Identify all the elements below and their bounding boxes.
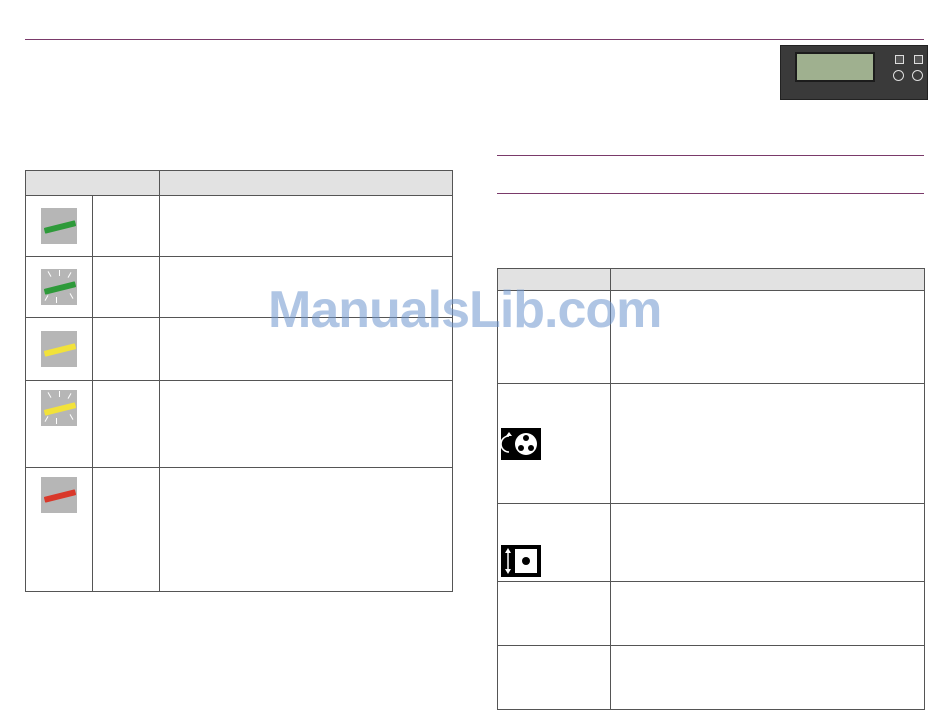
panel-button-1 bbox=[895, 55, 904, 64]
red-led-steady-icon bbox=[41, 477, 77, 513]
yellow-led-blinking-icon bbox=[41, 390, 77, 426]
table-cell bbox=[610, 503, 925, 582]
table-cell bbox=[159, 467, 453, 592]
reel-rotate-icon bbox=[500, 427, 541, 460]
led-icon-cell bbox=[25, 380, 93, 468]
table-header-cell bbox=[25, 170, 160, 196]
table-cell bbox=[92, 317, 160, 381]
table-cell bbox=[92, 195, 160, 257]
green-led-steady-icon bbox=[41, 208, 77, 244]
table-row bbox=[25, 467, 453, 592]
table-cell bbox=[497, 581, 611, 646]
panel-button-2 bbox=[914, 55, 923, 64]
table-cell bbox=[159, 380, 453, 468]
table-row bbox=[497, 503, 925, 582]
table-cell bbox=[610, 645, 925, 710]
table-row bbox=[25, 195, 453, 257]
control-panel-lcd-icon bbox=[780, 45, 928, 100]
table-cell bbox=[497, 645, 611, 710]
watermark-text: ManualsLib.com bbox=[268, 281, 662, 339]
led-icon-cell bbox=[25, 256, 93, 318]
yellow-led-steady-icon bbox=[41, 331, 77, 367]
table-cell bbox=[610, 383, 925, 504]
icon-cell bbox=[497, 503, 611, 582]
table-cell bbox=[610, 581, 925, 646]
panel-reel-icon bbox=[893, 70, 904, 81]
led-icon-cell bbox=[25, 467, 93, 592]
led-icon-cell bbox=[25, 317, 93, 381]
table-cell bbox=[92, 467, 160, 592]
table-row bbox=[497, 645, 925, 710]
led-status-table bbox=[25, 170, 453, 592]
top-rule bbox=[25, 39, 924, 40]
section-rule-2 bbox=[497, 193, 924, 194]
table-cell bbox=[92, 380, 160, 468]
table-header-cell bbox=[159, 170, 453, 196]
led-icon-cell bbox=[25, 195, 93, 257]
disc-vertical-move-icon bbox=[501, 545, 541, 577]
panel-disc-icon bbox=[912, 70, 923, 81]
section-rule-1 bbox=[497, 155, 924, 156]
icon-cell bbox=[497, 383, 611, 504]
table-row bbox=[497, 581, 925, 646]
table-header-row bbox=[25, 170, 453, 196]
table-cell bbox=[159, 195, 453, 257]
lcd-display bbox=[795, 52, 875, 82]
table-row bbox=[25, 380, 453, 468]
table-row bbox=[497, 383, 925, 504]
green-led-blinking-icon bbox=[41, 269, 77, 305]
table-cell bbox=[92, 256, 160, 318]
